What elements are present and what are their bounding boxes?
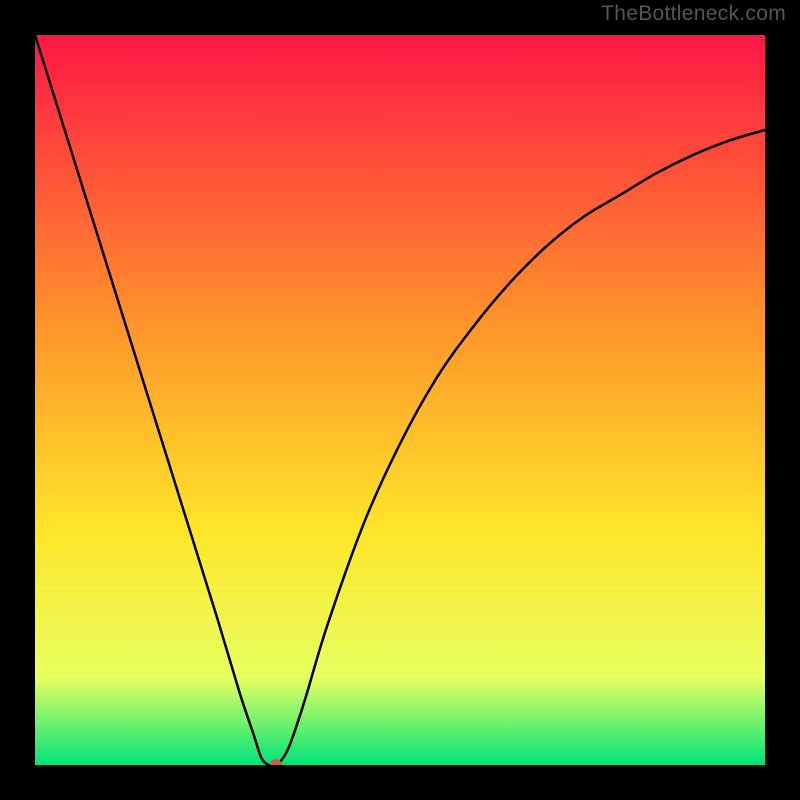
watermark-text: TheBottleneck.com [601, 2, 786, 26]
bottleneck-chart [35, 35, 765, 765]
plot-area [35, 35, 765, 765]
gradient-background [35, 35, 765, 765]
chart-frame: TheBottleneck.com [0, 0, 800, 800]
